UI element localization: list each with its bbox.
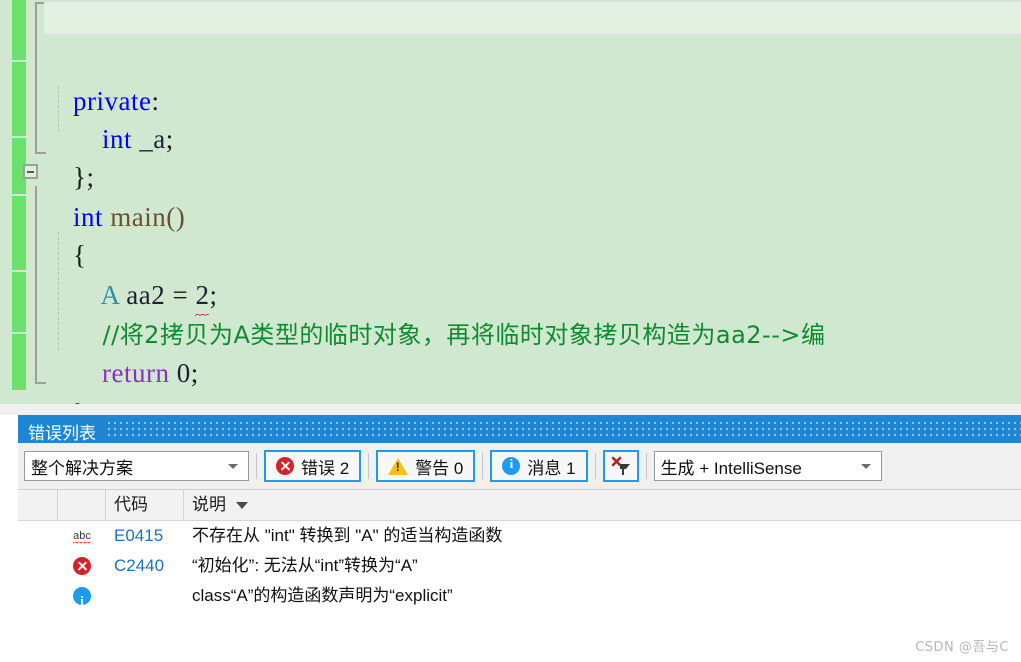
row-selector-cell [18,581,58,611]
build-filter-value: 生成 + IntelliSense [660,458,802,478]
errors-toggle-button[interactable]: 错误 2 [264,450,362,482]
warnings-toggle-button[interactable]: 警告 0 [376,450,476,482]
row-severity-cell [58,551,106,581]
info-icon [73,586,91,611]
column-header-blank-1[interactable] [18,490,58,520]
toolbar-separator [482,453,484,479]
abc-squiggle-icon: abc [73,530,91,545]
comment-text: //将2拷贝为A类型的临时对象，再将临时对象拷贝构造为aa2-->编 [102,321,826,349]
scope-filter-value: 整个解决方案 [31,458,133,478]
column-header-description[interactable]: 说明 [184,490,1021,520]
panel-title-label: 错误列表 [28,424,96,443]
row-code-cell[interactable] [106,581,184,611]
outline-collapse-toggle-main[interactable] [23,164,38,179]
errors-toggle-label: 错误 2 [301,458,350,478]
build-filter-dropdown[interactable]: 生成 + IntelliSense [653,451,882,481]
panel-splitter[interactable] [0,404,1021,415]
toolbar-separator [368,453,370,479]
keyword-return: return [102,358,170,388]
editor-left-padding [0,0,12,404]
row-code-cell[interactable]: E0415 [106,521,184,551]
editor-gutter[interactable] [26,0,40,404]
change-bar-segment [12,272,26,332]
row-selector-cell [18,521,58,551]
table-row[interactable]: C2440 “初始化”: 无法从“int”转换为“A” [18,551,1021,581]
sort-descending-icon [236,501,248,509]
error-icon [73,557,91,575]
change-bar-segment [12,334,26,390]
toolbar-separator [594,453,596,479]
title-bar-grip [108,422,1021,436]
error-icon [276,457,294,475]
current-line-highlight [44,2,1021,34]
clear-filter-button[interactable] [602,450,639,482]
row-description-cell: 不存在从 "int" 转换到 "A" 的适当构造函数 [192,526,503,545]
table-row[interactable]: abc E0415 不存在从 "int" 转换到 "A" 的适当构造函数 [18,521,1021,551]
csdn-watermark: CSDN @吾与C [915,640,1009,655]
column-header-code[interactable]: 代码 [106,490,184,520]
row-description-cell: class“A”的构造函数声明为“explicit” [192,586,453,605]
semicolon-token: ; [190,358,199,388]
toolbar-separator [645,453,647,479]
change-bar-segment [12,62,26,136]
error-list-title-bar[interactable]: 错误列表 [18,415,1021,443]
code-line-main-close[interactable]: } [44,356,86,404]
semicolon-token: ; [165,124,174,154]
row-selector-cell [18,551,58,581]
warning-icon [388,457,409,475]
column-header-description-label: 说明 [192,495,226,514]
chevron-down-icon [228,463,238,469]
function-name-main: main [110,202,167,232]
error-list-panel: 错误列表 整个解决方案 错误 2 警告 0 消息 1 [18,415,1021,662]
clear-filter-icon [611,456,631,476]
change-bar-segment [12,196,26,270]
error-list-grid[interactable]: 代码 说明 abc E0415 不存在从 "int" 转换到 "A" 的适当构造… [18,489,1021,662]
code-editor[interactable]: private: int _a; }; int main() { A aa2 =… [0,0,1021,404]
column-header-severity[interactable] [58,490,106,520]
error-list-toolbar: 整个解决方案 错误 2 警告 0 消息 1 [18,443,1021,489]
info-icon [502,456,521,475]
messages-toggle-button[interactable]: 消息 1 [490,450,588,482]
row-severity-cell [58,581,106,611]
parentheses-token: () [166,202,186,232]
chevron-down-icon [860,463,871,469]
literal-0: 0 [176,358,191,388]
identifier-member-a: _a [139,124,166,154]
table-row[interactable]: class“A”的构造函数声明为“explicit” [18,581,1021,611]
row-code-cell[interactable]: C2440 [106,551,184,581]
outline-rail-class [35,2,37,154]
row-description-cell: “初始化”: 无法从“int”转换为“A” [192,556,418,575]
grid-header-row: 代码 说明 [18,490,1021,521]
messages-toggle-label: 消息 1 [527,458,576,478]
warnings-toggle-label: 警告 0 [415,458,464,478]
keyword-int: int [102,124,133,154]
toolbar-separator [256,453,257,479]
scope-filter-dropdown[interactable]: 整个解决方案 [24,451,249,481]
row-severity-cell: abc [58,521,106,551]
change-bar-segment [12,0,26,60]
outline-rail-main [35,186,37,382]
